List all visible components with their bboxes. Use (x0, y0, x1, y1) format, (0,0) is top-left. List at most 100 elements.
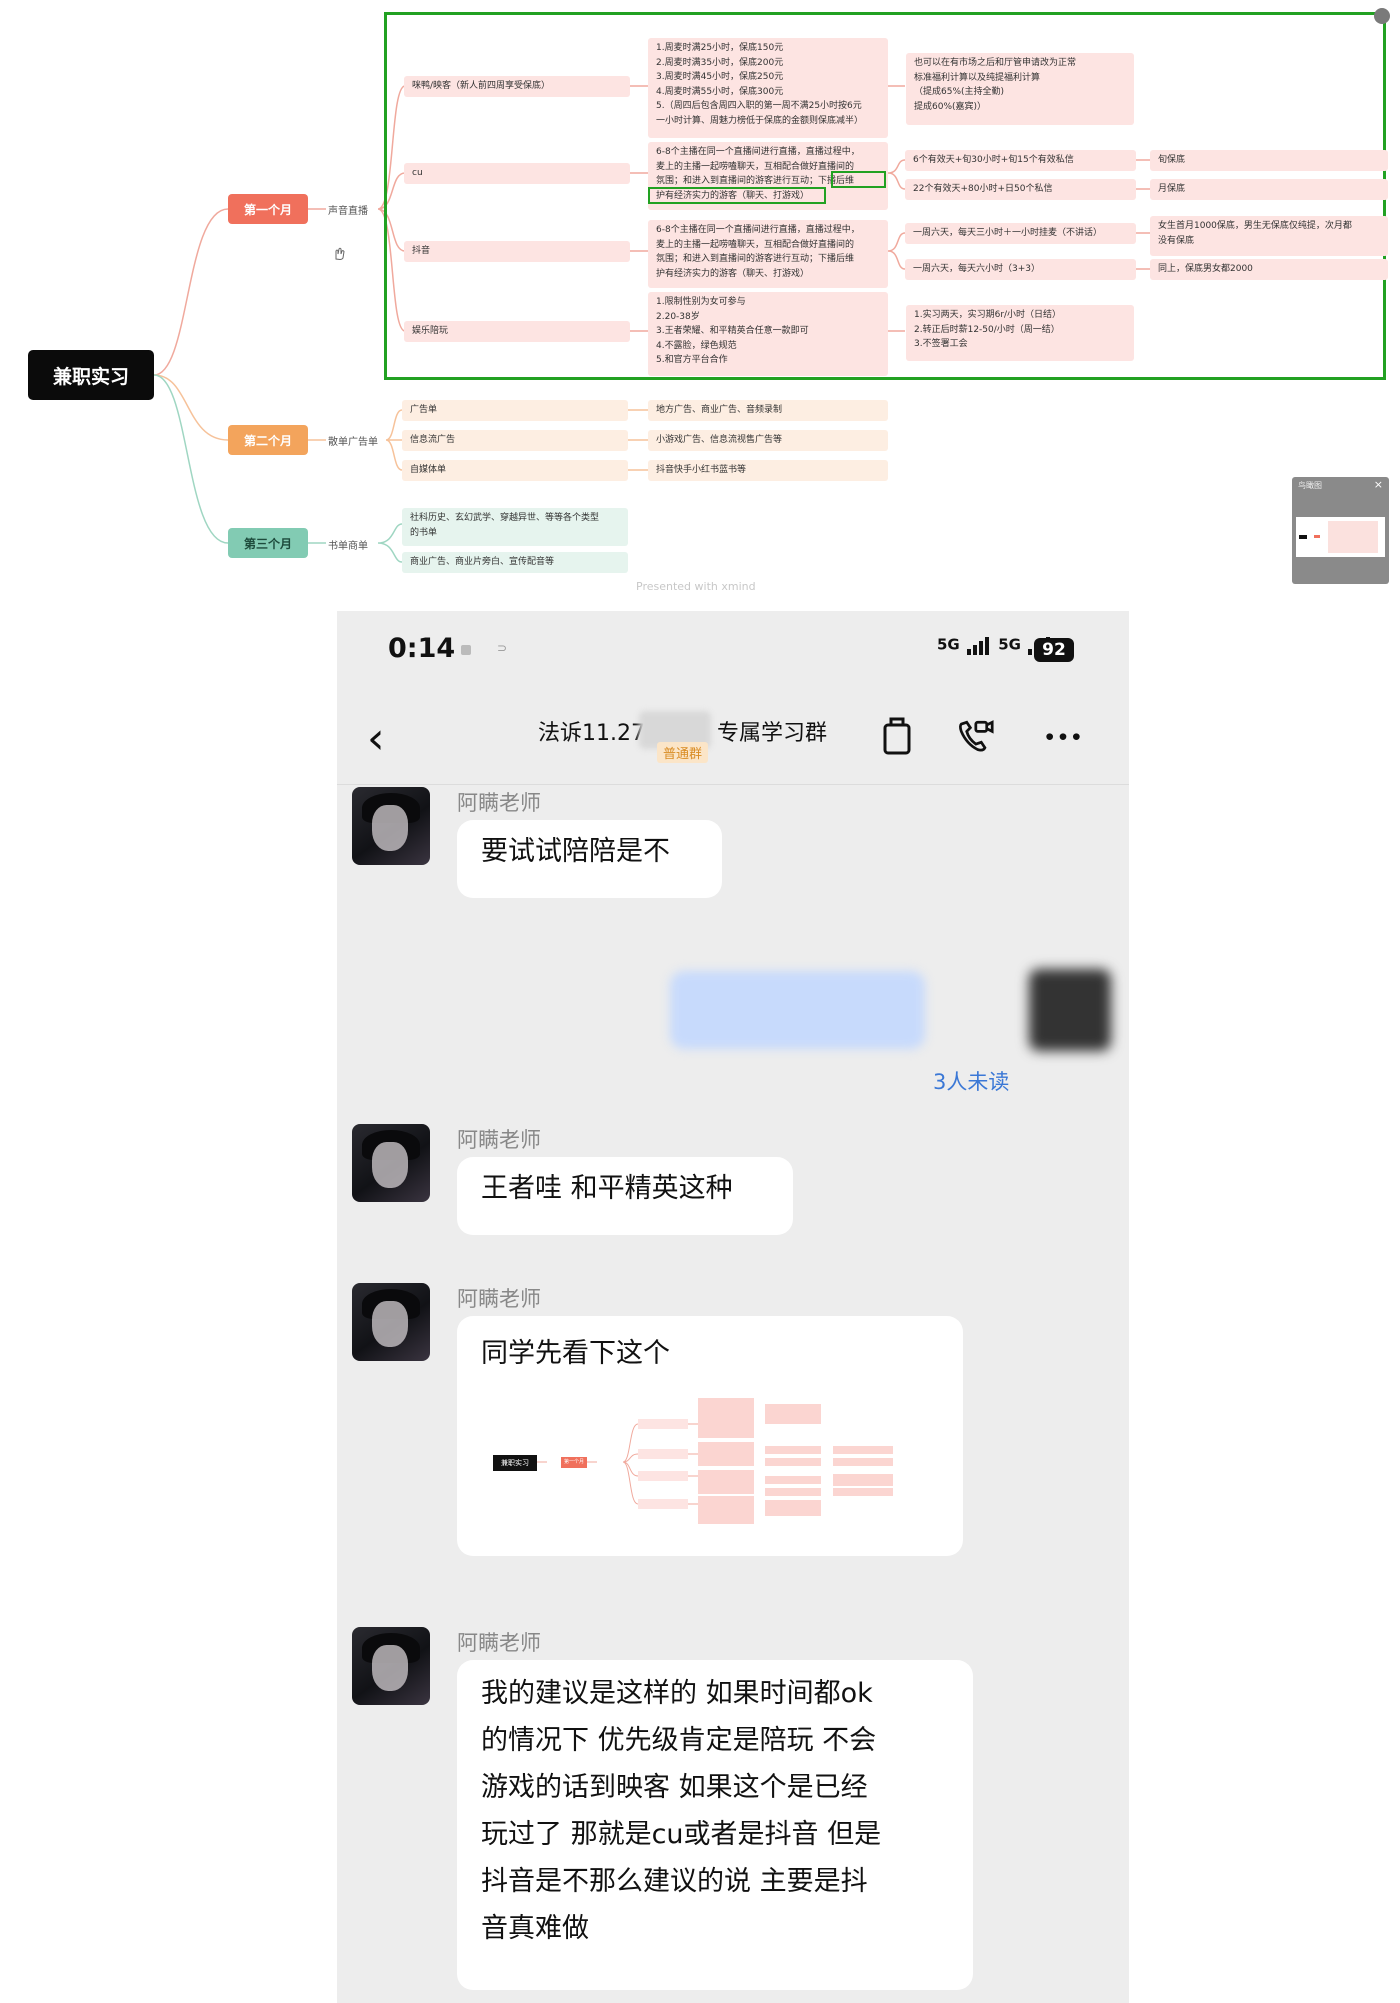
avatar[interactable] (352, 1627, 430, 1705)
mini-detail (698, 1470, 754, 1494)
my-avatar[interactable] (1029, 969, 1111, 1051)
chat-header: ‹ 法诉11.27 专属学习群 普通群 (337, 691, 1129, 785)
sender-name: 阿瞒老师 (457, 1128, 541, 1152)
watermark: Presented with xmind (636, 580, 756, 593)
message-line: 抖音是不那么建议的说 主要是抖 (481, 1866, 868, 1897)
douyin-sub-1: 一周六天，每天三小时＋一小时挂麦（不讲话） (905, 223, 1136, 244)
signal-label-1: 5G (937, 635, 960, 654)
branch-douyin[interactable]: 抖音 (404, 241, 630, 262)
mini-note (765, 1476, 821, 1484)
clock: 0:14 (388, 633, 456, 664)
douyin-detail: 6-8个主播在同一个直播间进行直播，直播过程中， 麦上的主播一起唠嗑聊天，互相配… (648, 220, 888, 288)
mini-note (765, 1404, 821, 1424)
highlight-box-huyou (648, 187, 826, 204)
month-3-category[interactable]: 书单商单 (328, 537, 368, 552)
mini-month: 第一个月 (561, 1457, 587, 1468)
message-line: 游戏的话到映客 如果这个是已经 (481, 1772, 868, 1803)
cu-sub-2-result: 月保底 (1150, 179, 1388, 200)
message-text: 同学先看下这个 (481, 1338, 670, 1369)
month3-item-books[interactable]: 社科历史、玄幻武学、穿越异世、等等各个类型 的书单 (402, 508, 628, 546)
video-call-icon[interactable] (954, 713, 994, 757)
chat-title-right: 专属学习群 (716, 721, 827, 746)
message-bubble[interactable]: 要试试陪陪是不 (457, 820, 722, 898)
chat-title-left: 法诉11.27 (538, 721, 645, 746)
message-line: 的情况下 优先级肯定是陪玩 不会 (481, 1725, 877, 1756)
message-bubble[interactable]: 王者哇 和平精英这种 (457, 1157, 793, 1235)
branch-miya[interactable]: 咪鸭/映客（新人前四周享受保底） (404, 76, 630, 97)
mini-note (833, 1458, 893, 1466)
mini-note (765, 1446, 821, 1454)
message-line: 玩过了 那就是cu或者是抖音 但是 (481, 1819, 882, 1850)
douyin-sub-1-result: 女生首月1000保底，男生无保底仅纯提，次月都 没有保底 (1150, 216, 1388, 256)
hand-cursor-icon (335, 247, 345, 260)
signal-icon (966, 637, 989, 655)
mini-detail (698, 1442, 754, 1466)
link-icon: ⊃ (497, 641, 508, 655)
avatar[interactable] (352, 1124, 430, 1202)
overview-thumbnail[interactable]: 鸟瞰图 × (1292, 477, 1389, 584)
thumbnail-title: 鸟瞰图 (1298, 481, 1322, 490)
thumb-content (1328, 521, 1378, 553)
avatar[interactable] (352, 1283, 430, 1361)
month-2-node[interactable]: 第二个月 (228, 425, 308, 455)
mini-branch (638, 1499, 688, 1509)
month2-item-ad[interactable]: 广告单 (402, 400, 628, 421)
message-2: 阿瞒老师 王者哇 和平精英这种 (352, 1124, 1112, 1244)
peiwan-note: 1.实习两天，实习期6r/小时（日结） 2.转正后时薪12-50/小时（周一结）… (906, 305, 1134, 361)
close-icon[interactable]: × (1374, 478, 1383, 491)
mini-branch (638, 1471, 688, 1481)
mini-note (765, 1488, 821, 1496)
highlight-box-xiabo (831, 171, 886, 188)
thumbnail-preview (1296, 517, 1385, 557)
avatar[interactable] (352, 787, 430, 865)
mini-detail (698, 1496, 754, 1524)
month3-item-voice[interactable]: 商业广告、商业片旁白、宣传配音等 (402, 552, 628, 573)
month2-item-feed-detail: 小游戏广告、信息流视售广告等 (648, 430, 888, 451)
message-bubble[interactable]: 我的建议是这样的 如果时间都ok 的情况下 优先级肯定是陪玩 不会 游戏的话到映… (457, 1660, 973, 1990)
sender-name: 阿瞒老师 (457, 791, 541, 815)
cu-sub-2: 22个有效天+80小时+日50个私信 (905, 179, 1136, 200)
month-2-category[interactable]: 散单广告单 (328, 433, 378, 448)
back-icon[interactable]: ‹ (367, 717, 385, 761)
message-1: 阿瞒老师 要试试陪陪是不 (352, 787, 1112, 917)
message-line: 我的建议是这样的 如果时间都ok (481, 1678, 873, 1709)
battery-indicator: 92 (1034, 638, 1074, 662)
unread-count[interactable]: 3人未读 (933, 1066, 1009, 1096)
mindmap-root[interactable]: 兼职实习 (28, 350, 154, 400)
mini-note (765, 1500, 821, 1516)
month-1-category[interactable]: 声音直播 (328, 202, 368, 217)
cu-sub-1-result: 旬保底 (1150, 150, 1388, 171)
status-bar: 0:14 ⊃ 5G 5G 92 (337, 611, 1129, 691)
more-icon[interactable] (1043, 713, 1083, 757)
refresh-icon[interactable] (1374, 8, 1390, 24)
mini-root: 兼职实习 (493, 1455, 537, 1471)
message-bubble[interactable]: 同学先看下这个 兼职实习 第一个月 (457, 1316, 963, 1556)
clipboard-icon[interactable] (877, 713, 917, 757)
month-3-node[interactable]: 第三个月 (228, 528, 308, 558)
mini-branch (638, 1419, 688, 1429)
douyin-sub-2: 一周六天，每天六小时（3+3） (905, 259, 1136, 280)
mini-note (765, 1458, 821, 1466)
douyin-sub-2-result: 同上，保底男女都2000 (1150, 259, 1388, 280)
month2-item-media-detail: 抖音快手小红书蓝书等 (648, 460, 888, 481)
month2-item-ad-detail: 地方广告、商业广告、音频录制 (648, 400, 888, 421)
message-line: 音真难做 (481, 1913, 589, 1944)
mindmap-canvas: 兼职实习 第一个月 第二个月 第三个月 声音直播 散单广告单 书单商单 咪鸭/映… (0, 0, 1400, 600)
mindmap-image-preview[interactable]: 兼职实习 第一个月 (493, 1396, 933, 1526)
month-1-node[interactable]: 第一个月 (228, 194, 308, 224)
branch-cu[interactable]: cu (404, 163, 630, 184)
sent-message-bubble[interactable] (670, 971, 925, 1049)
group-type-badge: 普通群 (657, 742, 709, 763)
mini-branch (638, 1449, 688, 1459)
miya-detail: 1.周麦时满25小时，保底150元 2.周麦时满35小时，保底200元 3.周麦… (648, 38, 888, 138)
miya-note: 也可以在有市场之后和厅管申请改为正常 标准福利计算以及纯提福利计算 （提成65%… (906, 53, 1134, 125)
month2-item-feed[interactable]: 信息流广告 (402, 430, 628, 451)
branch-peiwan[interactable]: 娱乐陪玩 (404, 321, 630, 342)
mini-note (833, 1488, 893, 1496)
thumb-month (1314, 535, 1320, 538)
month2-item-media[interactable]: 自媒体单 (402, 460, 628, 481)
chat-screen: 0:14 ⊃ 5G 5G 92 ‹ 法诉11.27 专属学习群 普通群 阿瞒老师 … (337, 611, 1129, 2003)
peiwan-detail: 1.限制性别为女可参与 2.20-38岁 3.王者荣耀、和平精英合任意一款即可 … (648, 292, 888, 376)
cu-sub-1: 6个有效天+旬30小时+旬15个有效私信 (905, 150, 1136, 171)
mini-detail (698, 1398, 754, 1438)
